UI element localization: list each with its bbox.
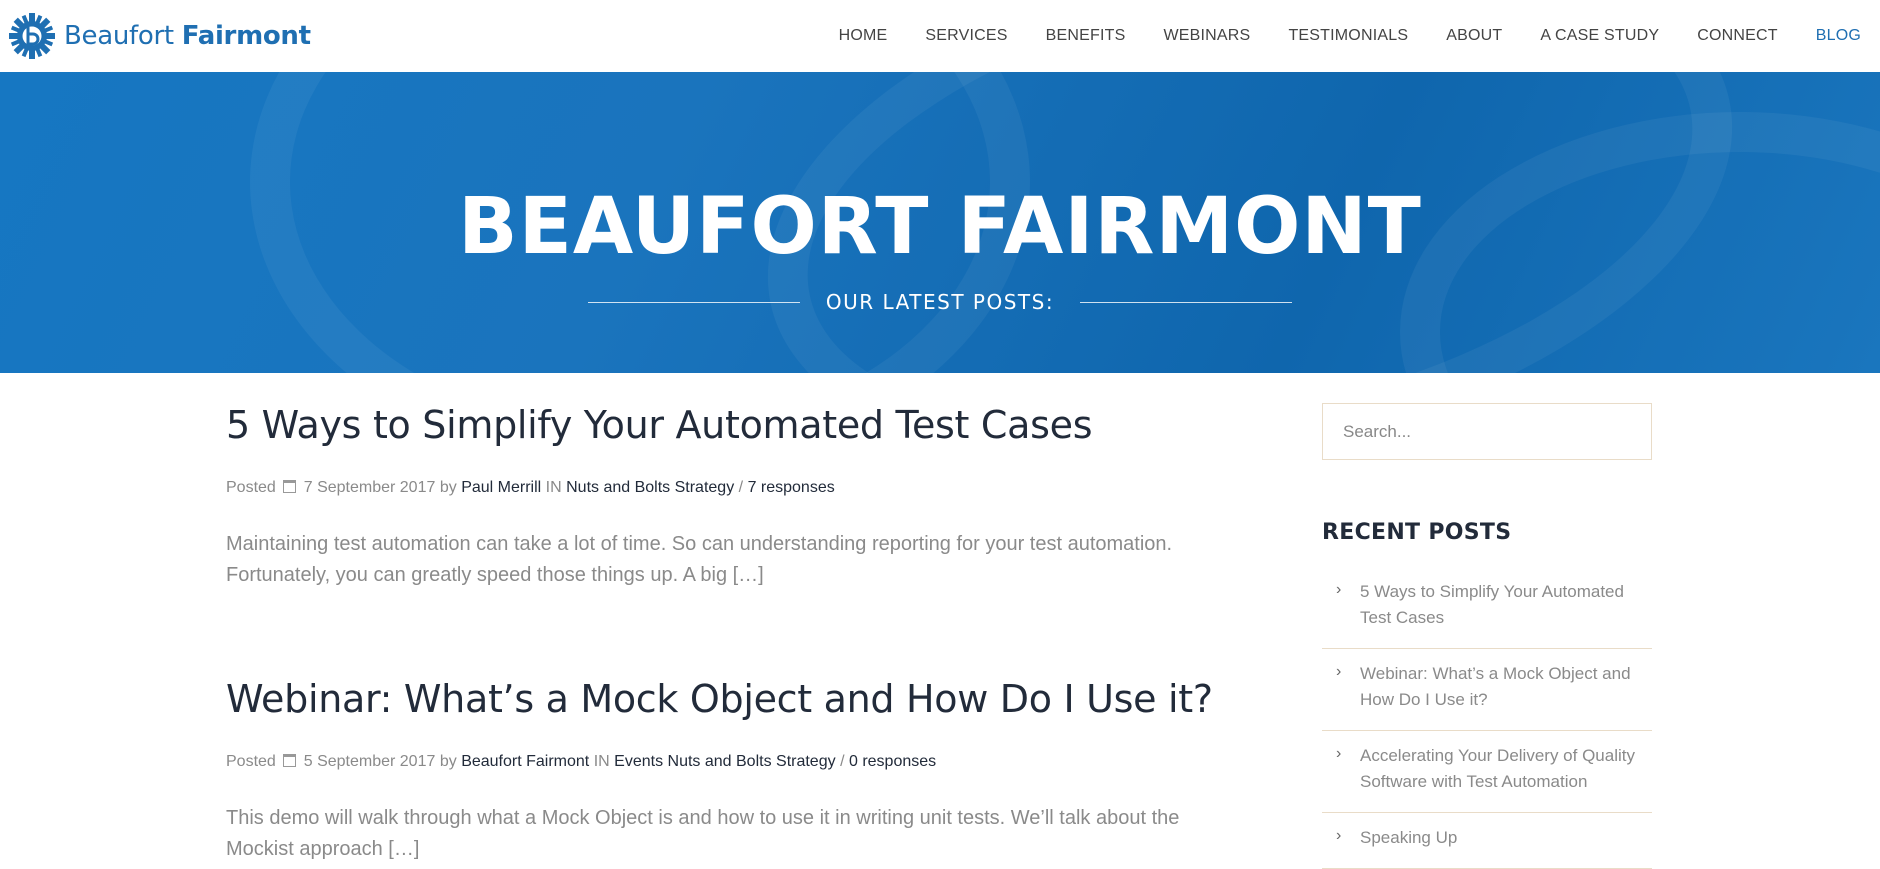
post-date: 5 September 2017 — [303, 753, 436, 770]
nav-benefits[interactable]: BENEFITS — [1027, 27, 1145, 45]
logo-text-regular: Beaufort — [64, 21, 182, 51]
post-responses-link[interactable]: 0 responses — [849, 753, 936, 770]
chevron-right-icon: › — [1336, 663, 1342, 680]
recent-post-link[interactable]: › Webinar: What’s a Mock Object and How D… — [1322, 649, 1652, 731]
post-category-link[interactable]: Nuts and Bolts Strategy — [566, 479, 734, 496]
calendar-icon — [283, 754, 297, 767]
recent-post-line: 5 Ways to Simplify Your Automated — [1360, 582, 1624, 601]
posted-label: Posted — [226, 753, 276, 770]
main-nav: HOME SERVICES BENEFITS WEBINARS TESTIMON… — [820, 0, 1880, 72]
excerpt-line: This demo will walk through what a Mock … — [226, 807, 1180, 829]
read-more-link[interactable]: […] — [733, 564, 764, 586]
nav-about[interactable]: ABOUT — [1427, 27, 1521, 45]
hero-title: BEAUFORT FAIRMONT — [458, 182, 1422, 272]
nav-webinars[interactable]: WEBINARS — [1144, 27, 1269, 45]
logo-text: Beaufort Fairmont — [64, 21, 311, 51]
nav-services[interactable]: SERVICES — [906, 27, 1026, 45]
post-author-link[interactable]: Paul Merrill — [461, 479, 541, 496]
meta-separator: / — [738, 479, 744, 496]
recent-post-link[interactable]: › Speaking Up — [1322, 813, 1652, 869]
post-meta: Posted 5 September 2017 by Beaufort Fair… — [226, 753, 1256, 771]
recent-post-line: Webinar: What’s a Mock Object and — [1360, 664, 1631, 683]
nav-connect[interactable]: CONNECT — [1678, 27, 1797, 45]
recent-post-label: Webinar: What’s a Mock Object and How Do … — [1360, 661, 1631, 713]
post-title[interactable]: Webinar: What’s a Mock Object and How Do… — [226, 677, 1256, 721]
post-item: 5 Ways to Simplify Your Automated Test C… — [226, 403, 1256, 591]
by-label: by — [439, 753, 457, 770]
posted-label: Posted — [226, 479, 276, 496]
divider-line — [587, 301, 800, 303]
excerpt-line: Fortunately, you can greatly speed those… — [226, 564, 733, 586]
recent-post-line: How Do I Use it? — [1360, 690, 1488, 709]
calendar-icon — [283, 480, 297, 493]
post-title[interactable]: 5 Ways to Simplify Your Automated Test C… — [226, 403, 1256, 447]
nav-case-study[interactable]: A CASE STUDY — [1521, 27, 1678, 45]
nav-testimonials[interactable]: TESTIMONIALS — [1269, 27, 1427, 45]
logo-text-bold: Fairmont — [181, 21, 311, 51]
post-excerpt: This demo will walk through what a Mock … — [226, 803, 1256, 865]
excerpt-line: Mockist approach — [226, 838, 389, 860]
hero-subtitle-row: OUR LATEST POSTS: — [0, 290, 1880, 314]
nav-home[interactable]: HOME — [820, 27, 907, 45]
excerpt-line: Maintaining test automation can take a l… — [226, 533, 1173, 555]
hero-banner: BEAUFORT FAIRMONT OUR LATEST POSTS: — [0, 72, 1880, 373]
post-date: 7 September 2017 — [303, 479, 436, 496]
recent-post-line: Test Cases — [1360, 608, 1445, 627]
read-more-link[interactable]: […] — [388, 838, 419, 860]
site-header: Beaufort Fairmont HOME SERVICES BENEFITS… — [0, 0, 1880, 73]
post-responses-link[interactable]: 7 responses — [748, 479, 835, 496]
recent-post-label: Speaking Up — [1360, 828, 1458, 847]
recent-post-link[interactable]: › 5 Ways to Simplify Your Automated Test … — [1322, 567, 1652, 649]
post-excerpt: Maintaining test automation can take a l… — [226, 529, 1256, 591]
recent-post-label: Accelerating Your Delivery of Quality Sof… — [1360, 743, 1635, 795]
recent-post-line: Software with Test Automation — [1360, 772, 1588, 791]
sidebar: RECENT POSTS › 5 Ways to Simplify Your A… — [1322, 403, 1652, 869]
post-author-link[interactable]: Beaufort Fairmont — [461, 753, 589, 770]
gear-logo-icon — [9, 13, 55, 59]
recent-post-label: 5 Ways to Simplify Your Automated Test Ca… — [1360, 579, 1624, 631]
meta-separator: / — [840, 753, 845, 770]
divider-line — [1080, 301, 1293, 303]
recent-post-line: Accelerating Your Delivery of Quality — [1360, 746, 1635, 765]
in-label: IN — [593, 753, 610, 770]
in-label: IN — [545, 479, 562, 496]
post-item: Webinar: What’s a Mock Object and How Do… — [226, 677, 1256, 865]
chevron-right-icon: › — [1336, 581, 1342, 598]
site-logo[interactable]: Beaufort Fairmont — [8, 12, 311, 60]
chevron-right-icon: › — [1336, 827, 1342, 844]
post-category-link[interactable]: Events Nuts and Bolts Strategy — [614, 753, 835, 770]
recent-posts-title: RECENT POSTS — [1322, 520, 1512, 545]
chevron-right-icon: › — [1336, 745, 1342, 762]
search-input[interactable] — [1322, 403, 1652, 460]
hero-subtitle: OUR LATEST POSTS: — [825, 290, 1055, 314]
recent-post-link[interactable]: › Accelerating Your Delivery of Quality S… — [1322, 731, 1652, 813]
post-meta: Posted 7 September 2017 by Paul Merrill … — [226, 479, 1256, 497]
by-label: by — [439, 479, 457, 496]
nav-blog[interactable]: BLOG — [1797, 27, 1880, 45]
recent-posts-list: › 5 Ways to Simplify Your Automated Test … — [1322, 567, 1652, 869]
